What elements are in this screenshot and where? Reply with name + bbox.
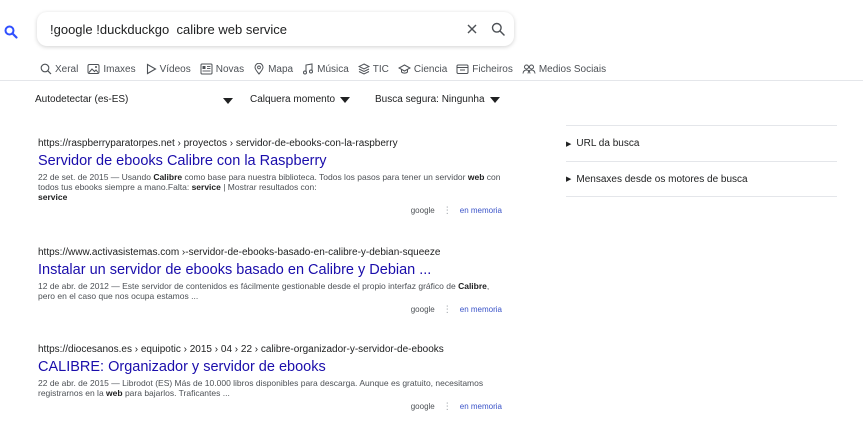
tab-label: Ciencia — [413, 63, 448, 75]
language-select[interactable]: Autodetectar (es-ES) — [35, 94, 128, 105]
tab-videos[interactable]: Vídeos — [145, 63, 191, 75]
image-icon — [87, 64, 100, 74]
tab-label: Música — [317, 63, 349, 75]
category-tabs: Xeral Imaxes Vídeos Novas Mapa Música TI… — [40, 61, 615, 77]
chevron-down-icon — [489, 96, 500, 103]
result-title[interactable]: CALIBRE: Organizador y servidor de ebook… — [38, 357, 502, 377]
music-note-icon — [303, 63, 314, 75]
sidebar-item-search-url[interactable]: ▶ URL da busca — [566, 125, 837, 161]
result-url[interactable]: https://raspberryparatorpes.net › proyec… — [38, 137, 502, 151]
play-icon — [146, 63, 157, 75]
clear-search-button[interactable] — [462, 19, 482, 39]
tab-medios-sociais[interactable]: Medios Sociais — [522, 63, 606, 75]
graduation-cap-icon — [397, 64, 411, 74]
result-engine: google — [410, 401, 435, 411]
more-options-icon[interactable]: ⋮ — [443, 205, 452, 216]
search-filters: Autodetectar (es-ES) Calquera momento Bu… — [0, 94, 520, 110]
people-icon — [522, 64, 536, 74]
cached-link[interactable]: en memoria — [460, 206, 502, 215]
result-snippet: 22 de abr. de 2015 — Librodot (ES) Más d… — [38, 378, 484, 398]
triangle-right-icon: ▶ — [566, 140, 572, 148]
language-select-value: Autodetectar (es-ES) — [35, 94, 129, 105]
triangle-right-icon: ▶ — [566, 176, 572, 183]
search-input[interactable] — [50, 20, 450, 38]
search-icon — [40, 63, 52, 75]
chip-icon — [357, 63, 370, 75]
tab-musica[interactable]: Música — [302, 63, 349, 75]
result-title[interactable]: Servidor de ebooks Calibre con la Raspbe… — [38, 151, 502, 171]
tab-label: Mapa — [268, 63, 294, 75]
tab-mapa[interactable]: Mapa — [253, 63, 293, 75]
result-footer: google ⋮ en memoria — [38, 303, 502, 315]
result-snippet: 12 de abr. de 2012 — Este servidor de co… — [38, 281, 490, 301]
tab-imaxes[interactable]: Imaxes — [87, 63, 136, 75]
chevron-down-icon[interactable] — [223, 98, 233, 104]
map-pin-icon — [254, 63, 264, 75]
time-range-select[interactable]: Calquera momento — [250, 94, 351, 105]
result-snippet: 22 de set. de 2015 — Usando Calibre como… — [38, 172, 501, 202]
tab-label: Ficheiros — [472, 63, 513, 75]
header: Xeral Imaxes Vídeos Novas Mapa Música TI… — [0, 0, 863, 81]
sidebar-item-label: Mensaxes desde os motores de busca — [576, 173, 748, 185]
sidebar: ▶ URL da busca ▶ Mensaxes desde os motor… — [566, 125, 837, 197]
safe-search-select[interactable]: Busca segura: Ningunha — [375, 94, 500, 105]
tab-label: TIC — [372, 63, 389, 75]
more-options-icon[interactable]: ⋮ — [443, 401, 452, 412]
sidebar-item-label: URL da busca — [576, 138, 640, 149]
tab-label: Medios Sociais — [538, 63, 607, 75]
search-box — [37, 12, 514, 46]
tab-label: Vídeos — [159, 63, 191, 75]
search-icon — [491, 22, 505, 36]
newspaper-icon — [200, 63, 213, 75]
result-item: https://diocesanos.es › equipotic › 2015… — [38, 343, 502, 412]
close-icon — [467, 24, 477, 34]
tab-ficheiros[interactable]: Ficheiros — [456, 63, 513, 75]
result-url[interactable]: https://diocesanos.es › equipotic › 2015… — [38, 343, 502, 357]
tab-label: Xeral — [55, 63, 79, 75]
result-item: https://raspberryparatorpes.net › proyec… — [38, 137, 502, 216]
tab-label: Imaxes — [103, 63, 136, 75]
folder-icon — [456, 64, 469, 74]
time-range-value: Calquera momento — [250, 94, 336, 105]
tab-novas[interactable]: Novas — [200, 63, 244, 75]
safe-search-value: Busca segura: Ningunha — [375, 94, 485, 105]
tab-tic[interactable]: TIC — [357, 63, 389, 75]
result-url[interactable]: https://www.activasistemas.com ›-servido… — [38, 246, 502, 260]
search-button[interactable] — [488, 19, 508, 39]
result-item: https://www.activasistemas.com ›-servido… — [38, 246, 502, 315]
result-title[interactable]: Instalar un servidor de ebooks basado en… — [38, 260, 502, 280]
tab-ciencia[interactable]: Ciencia — [397, 63, 448, 75]
result-engine: google — [410, 304, 435, 314]
more-options-icon[interactable]: ⋮ — [443, 304, 452, 315]
result-footer: google ⋮ en memoria — [38, 204, 502, 216]
sidebar-item-engine-messages[interactable]: ▶ Mensaxes desde os motores de busca — [566, 161, 837, 197]
result-footer: google ⋮ en memoria — [38, 400, 502, 412]
result-engine: google — [410, 205, 435, 215]
tab-xeral[interactable]: Xeral — [40, 63, 78, 75]
cached-link[interactable]: en memoria — [460, 305, 502, 314]
cached-link[interactable]: en memoria — [460, 402, 502, 411]
chevron-down-icon — [340, 96, 351, 103]
searxng-logo[interactable] — [3, 24, 19, 40]
tab-label: Novas — [215, 63, 245, 75]
